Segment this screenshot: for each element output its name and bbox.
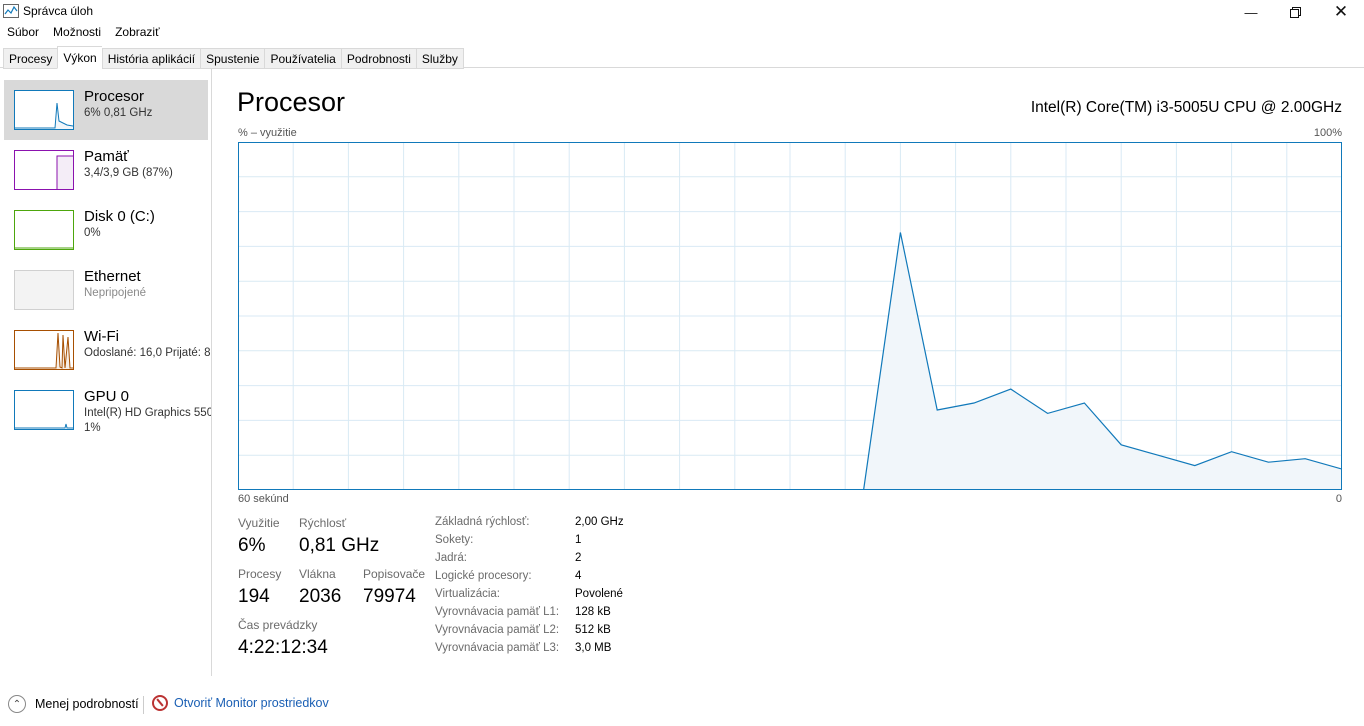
sidebar-item-label: GPU 0 <box>84 388 130 405</box>
tab-strip: Procesy Výkon História aplikácií Spusten… <box>3 46 464 69</box>
x-axis-left-label: 60 sekúnd <box>238 493 289 505</box>
spec-key: Sokety: <box>435 534 474 546</box>
uptime-value: 4:22:12:34 <box>238 637 328 658</box>
window-title: Správca úloh <box>23 4 94 18</box>
tab-startup[interactable]: Spustenie <box>200 48 265 69</box>
tab-performance[interactable]: Výkon <box>57 46 102 69</box>
resource-monitor-icon <box>152 695 168 711</box>
sidebar-item-wifi[interactable]: Wi-Fi Odoslané: 16,0 Prijaté: 8 <box>4 320 211 380</box>
spec-key: Virtualizácia: <box>435 588 500 600</box>
footer-divider <box>143 696 144 714</box>
fewer-details-button[interactable]: ⌃ Menej podrobností <box>8 695 139 713</box>
menu-view[interactable]: Zobraziť <box>108 24 167 42</box>
minimize-button[interactable]: — <box>1228 0 1274 24</box>
sidebar-item-disk[interactable]: Disk 0 (C:) 0% <box>4 200 208 260</box>
spec-value: 128 kB <box>575 606 611 618</box>
utilization-label: Využitie <box>238 516 280 530</box>
resource-monitor-label: Otvoriť Monitor prostriedkov <box>174 696 329 710</box>
wifi-thumbnail <box>14 330 74 370</box>
uptime-label: Čas prevádzky <box>238 618 318 632</box>
close-icon: ✕ <box>1333 2 1349 21</box>
handles-label: Popisovače <box>363 567 426 581</box>
title-bar: Správca úloh — ✕ <box>0 0 1364 24</box>
memory-thumbnail <box>14 150 74 190</box>
gpu-thumbnail <box>14 390 74 430</box>
disk-thumbnail <box>14 210 74 250</box>
resource-sidebar: Procesor 6% 0,81 GHz Pamäť 3,4/3,9 GB (8… <box>0 68 212 676</box>
fewer-details-label: Menej podrobností <box>35 697 139 711</box>
chevron-up-icon: ⌃ <box>8 695 26 713</box>
spec-value: 2,00 GHz <box>575 516 624 528</box>
threads-value: 2036 <box>299 586 342 607</box>
speed-label: Rýchlosť <box>299 516 347 530</box>
tab-details[interactable]: Podrobnosti <box>340 48 416 69</box>
sidebar-item-label: Pamäť <box>84 148 129 165</box>
sidebar-item-value: Nepripojené <box>84 287 147 299</box>
spec-value: 3,0 MB <box>575 642 612 654</box>
sidebar-item-label: Wi-Fi <box>84 328 119 345</box>
sidebar-item-value-2: 1% <box>84 422 101 434</box>
tab-services[interactable]: Služby <box>415 48 464 69</box>
sidebar-item-value: 3,4/3,9 GB (87%) <box>84 167 173 179</box>
x-axis-right-label: 0 <box>1335 493 1342 505</box>
menu-bar: Súbor Možnosti Zobraziť <box>0 24 167 42</box>
sidebar-item-cpu[interactable]: Procesor 6% 0,81 GHz <box>4 80 208 140</box>
close-button[interactable]: ✕ <box>1318 0 1364 24</box>
restore-icon <box>1289 6 1301 18</box>
threads-label: Vlákna <box>299 567 336 581</box>
maximize-button[interactable] <box>1272 0 1318 24</box>
handles-value: 79974 <box>363 586 416 607</box>
spec-value: 1 <box>575 534 582 546</box>
sidebar-item-ethernet[interactable]: Ethernet Nepripojené <box>4 260 208 320</box>
spec-key: Vyrovnávacia pamäť L2: <box>435 624 560 636</box>
spec-key: Vyrovnávacia pamäť L1: <box>435 606 560 618</box>
sidebar-item-label: Procesor <box>84 88 145 105</box>
sidebar-item-label: Ethernet <box>84 268 141 285</box>
spec-key: Základná rýchlosť: <box>435 516 530 528</box>
spec-key: Vyrovnávacia pamäť L3: <box>435 642 560 654</box>
sidebar-item-label: Disk 0 (C:) <box>84 208 155 225</box>
resource-monitor-link[interactable]: Otvoriť Monitor prostriedkov <box>152 695 329 711</box>
spec-key: Jadrá: <box>435 552 467 564</box>
menu-options[interactable]: Možnosti <box>46 24 108 42</box>
y-axis-max-label: 100% <box>1313 127 1342 139</box>
cpu-thumbnail <box>14 90 74 130</box>
y-axis-label: % – využitie <box>238 127 297 139</box>
utilization-value: 6% <box>238 535 266 556</box>
menu-file[interactable]: Súbor <box>0 24 46 42</box>
cpu-model-name: Intel(R) Core(TM) i3-5005U CPU @ 2.00GHz <box>1030 99 1342 116</box>
cpu-utilization-graph <box>238 142 1342 490</box>
sidebar-item-gpu[interactable]: GPU 0 Intel(R) HD Graphics 550 1% <box>4 380 211 440</box>
sidebar-item-value: 6% 0,81 GHz <box>84 107 153 119</box>
processes-value: 194 <box>238 586 270 607</box>
ethernet-thumbnail <box>14 270 74 310</box>
spec-value: 512 kB <box>575 624 611 636</box>
minimize-icon: — <box>1244 4 1258 20</box>
processes-label: Procesy <box>238 567 282 581</box>
sidebar-item-value: Intel(R) HD Graphics 550 <box>84 407 212 419</box>
sidebar-item-value: Odoslané: 16,0 Prijaté: 8 <box>84 347 211 359</box>
footer-bar: ⌃ Menej podrobností Otvoriť Monitor pros… <box>0 690 1364 720</box>
tab-app-history[interactable]: História aplikácií <box>101 48 201 69</box>
spec-value: 4 <box>575 570 582 582</box>
page-title: Procesor <box>237 87 346 117</box>
speed-value: 0,81 GHz <box>299 535 380 556</box>
spec-key: Logické procesory: <box>435 570 532 582</box>
tab-processes[interactable]: Procesy <box>3 48 58 69</box>
task-manager-icon <box>3 4 19 18</box>
sidebar-item-memory[interactable]: Pamäť 3,4/3,9 GB (87%) <box>4 140 208 200</box>
spec-value: 2 <box>575 552 582 564</box>
tab-users[interactable]: Používatelia <box>264 48 341 69</box>
spec-value: Povolené <box>575 588 623 600</box>
sidebar-item-value: 0% <box>84 227 101 239</box>
